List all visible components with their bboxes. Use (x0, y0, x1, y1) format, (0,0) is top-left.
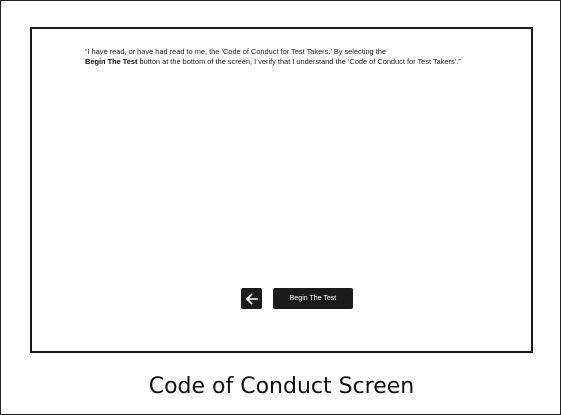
figure-caption: Code of Conduct Screen (148, 374, 415, 399)
statement-text-start: “I have read, or have had read to me, th… (85, 47, 386, 56)
code-of-conduct-statement: “I have read, or have had read to me, th… (85, 47, 505, 67)
begin-the-test-button[interactable]: Begin The Test (273, 288, 353, 309)
statement-text-end: button at the bottom of the screen, I ve… (137, 56, 461, 66)
test-screen: “I have read, or have had read to me, th… (30, 27, 533, 353)
back-button[interactable] (241, 288, 262, 309)
figure-frame: “I have read, or have had read to me, th… (0, 0, 561, 415)
statement-bold-button-name: Begin The Test (85, 56, 138, 66)
arrow-left-icon (245, 292, 258, 305)
